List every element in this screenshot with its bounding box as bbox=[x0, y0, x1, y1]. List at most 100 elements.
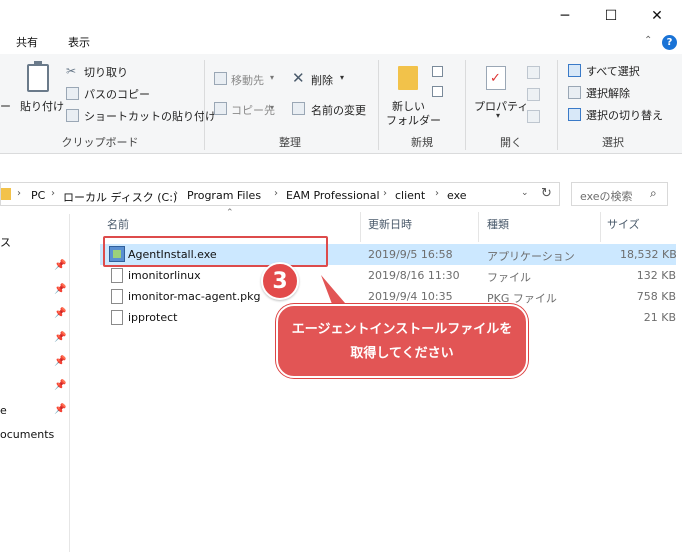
chevron-up-icon[interactable]: ⌃ bbox=[644, 35, 652, 46]
copy-to-icon bbox=[214, 102, 227, 115]
move-to-icon bbox=[214, 72, 227, 85]
easy-access-icon bbox=[432, 86, 443, 97]
properties-icon: ✓ bbox=[486, 66, 506, 90]
column-divider[interactable] bbox=[478, 212, 479, 242]
dropdown-arrow-icon: ▾ bbox=[340, 73, 345, 82]
search-input[interactable]: exeの検索 ⌕ bbox=[571, 182, 668, 206]
tab-share[interactable]: 共有 bbox=[16, 34, 38, 50]
paste-shortcut-button[interactable]: ショートカットの貼り付け bbox=[84, 108, 216, 124]
breadcrumb-item[interactable]: EAM Professional bbox=[286, 189, 380, 202]
maximize-button[interactable]: ☐ bbox=[588, 0, 634, 32]
pin-icon[interactable]: 📌 bbox=[54, 260, 66, 271]
dropdown-arrow-icon: ▾ bbox=[270, 73, 275, 82]
address-bar-row: › PC › ローカル ディスク (C:) › Program Files › … bbox=[0, 180, 682, 208]
open-group-label: 開く bbox=[500, 136, 522, 149]
breadcrumb-item[interactable]: client bbox=[395, 189, 425, 202]
title-bar: ─ ☐ ✕ bbox=[0, 0, 682, 32]
help-button[interactable]: ? bbox=[662, 35, 677, 50]
copy-path-button[interactable]: パスのコピー bbox=[84, 86, 150, 102]
scissors-icon: ✂ bbox=[66, 64, 77, 78]
file-modified: 2019/8/16 11:30 bbox=[368, 269, 460, 282]
rename-button[interactable]: 名前の変更 bbox=[311, 102, 366, 118]
file-size: 21 KB bbox=[643, 311, 676, 324]
nav-item[interactable]: ス bbox=[0, 234, 11, 250]
select-none-button[interactable]: 選択解除 bbox=[586, 85, 630, 101]
callout-line-2: 取得してください bbox=[350, 346, 454, 361]
pin-icon[interactable]: 📌 bbox=[54, 308, 66, 319]
folder-icon bbox=[1, 188, 11, 200]
delete-icon: ✕ bbox=[292, 69, 305, 87]
select-none-icon bbox=[568, 86, 581, 99]
history-icon bbox=[527, 110, 540, 123]
pin-icon[interactable]: 📌 bbox=[54, 404, 66, 415]
cut-button[interactable]: 切り取り bbox=[84, 64, 128, 80]
file-modified: 2019/9/4 10:35 bbox=[368, 290, 453, 303]
search-icon[interactable]: ⌕ bbox=[650, 186, 657, 201]
invert-selection-button[interactable]: 選択の切り替え bbox=[586, 107, 663, 123]
chevron-right-icon[interactable]: › bbox=[435, 188, 439, 199]
nav-item[interactable]: e bbox=[0, 404, 7, 417]
callout-line-1: エージェントインストールファイルを bbox=[291, 322, 513, 337]
file-icon bbox=[111, 310, 123, 325]
column-header-name[interactable]: 名前 bbox=[107, 216, 129, 238]
new-folder-icon bbox=[398, 66, 418, 90]
clipboard-icon bbox=[27, 61, 49, 92]
file-name: imonitor-mac-agent.pkg bbox=[128, 290, 261, 303]
invert-selection-icon bbox=[568, 108, 581, 121]
breadcrumb-item[interactable]: ローカル ディスク (C:) bbox=[63, 189, 177, 205]
copy-path-icon bbox=[66, 87, 79, 100]
tab-view[interactable]: 表示 bbox=[68, 34, 90, 50]
shortcut-icon bbox=[66, 109, 79, 122]
close-button[interactable]: ✕ bbox=[634, 0, 680, 32]
chevron-right-icon[interactable]: › bbox=[383, 188, 387, 199]
chevron-right-icon[interactable]: › bbox=[174, 188, 178, 199]
minimize-button[interactable]: ─ bbox=[542, 0, 588, 32]
chevron-right-icon[interactable]: › bbox=[274, 188, 278, 199]
refresh-icon[interactable]: ↻ bbox=[541, 186, 552, 201]
breadcrumb-item[interactable]: exe bbox=[447, 189, 467, 202]
file-icon bbox=[111, 289, 123, 304]
column-header-type[interactable]: 種類 bbox=[487, 216, 509, 238]
properties-button[interactable]: プロパティ bbox=[474, 98, 528, 114]
clipboard-group-label: クリップボード bbox=[61, 136, 139, 149]
new-item-icon bbox=[432, 66, 443, 77]
clipboard-partial-label: ー bbox=[0, 100, 11, 113]
file-type: アプリケーション bbox=[487, 250, 575, 263]
dropdown-arrow-icon: ▾ bbox=[270, 103, 275, 112]
column-header-size[interactable]: サイズ bbox=[607, 216, 640, 238]
breadcrumb-item[interactable]: Program Files bbox=[187, 189, 261, 202]
new-folder-button-line2[interactable]: フォルダー bbox=[386, 112, 441, 128]
column-divider[interactable] bbox=[600, 212, 601, 242]
chevron-right-icon[interactable]: › bbox=[17, 188, 21, 199]
file-size: 18,532 KB bbox=[620, 248, 677, 261]
file-name: ipprotect bbox=[128, 311, 178, 324]
search-placeholder: exeの検索 bbox=[580, 190, 633, 203]
step-badge: 3 bbox=[261, 262, 299, 300]
move-to-button[interactable]: 移動先 bbox=[231, 72, 264, 88]
select-all-button[interactable]: すべて選択 bbox=[586, 63, 640, 79]
callout-bubble: エージェントインストールファイルを 取得してください bbox=[276, 304, 528, 378]
pin-icon[interactable]: 📌 bbox=[54, 356, 66, 367]
dropdown-arrow-icon: ▾ bbox=[496, 111, 501, 120]
column-divider[interactable] bbox=[360, 212, 361, 242]
breadcrumb-item[interactable]: PC bbox=[31, 189, 45, 202]
address-bar[interactable]: › PC › ローカル ディスク (C:) › Program Files › … bbox=[0, 182, 560, 206]
highlight-box bbox=[103, 236, 328, 267]
delete-button[interactable]: 削除 bbox=[311, 72, 333, 88]
table-row[interactable]: imonitorlinux 2019/8/16 11:30 ファイル 132 K… bbox=[100, 265, 676, 286]
copy-to-button[interactable]: コピー先 bbox=[231, 102, 275, 118]
organize-group-label: 整理 bbox=[279, 136, 301, 149]
select-all-icon bbox=[568, 64, 581, 77]
edit-icon bbox=[527, 88, 540, 101]
pin-icon[interactable]: 📌 bbox=[54, 380, 66, 391]
column-header-modified[interactable]: 更新日時 bbox=[368, 216, 412, 238]
nav-item-documents[interactable]: ocuments bbox=[0, 428, 54, 441]
chevron-down-icon[interactable]: ⌄ bbox=[521, 188, 529, 198]
pin-icon[interactable]: 📌 bbox=[54, 284, 66, 295]
group-divider bbox=[378, 60, 379, 150]
pin-icon[interactable]: 📌 bbox=[54, 332, 66, 343]
ribbon: ー 貼り付け ✂ 切り取り パスのコピー ショートカットの貼り付け クリップボー… bbox=[0, 54, 682, 154]
open-icon bbox=[527, 66, 540, 79]
chevron-right-icon[interactable]: › bbox=[51, 188, 55, 199]
paste-button[interactable]: 貼り付け bbox=[20, 98, 64, 114]
